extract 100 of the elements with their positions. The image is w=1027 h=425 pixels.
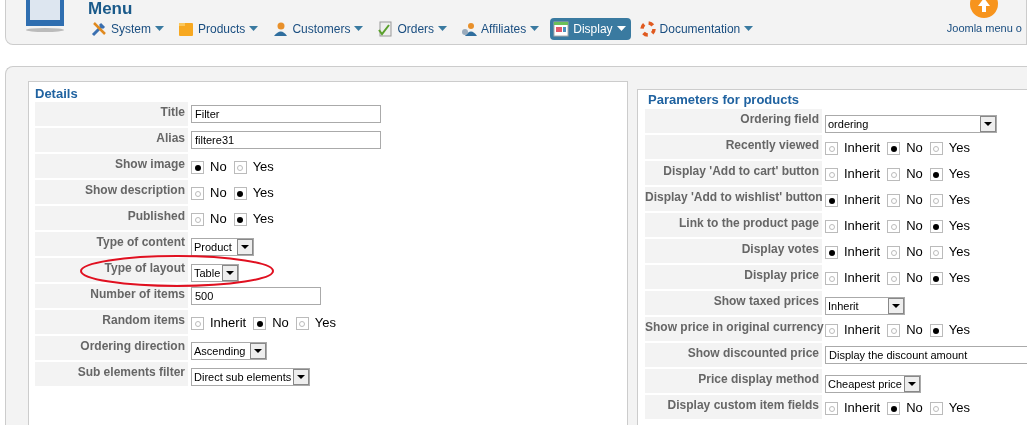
radio-button[interactable] — [825, 142, 838, 155]
option-label: Yes — [948, 218, 970, 233]
menu-item[interactable]: Affiliates — [458, 18, 545, 40]
radio-button[interactable] — [233, 213, 247, 226]
caret-icon — [354, 26, 364, 32]
field-label: Show taxed prices — [645, 291, 822, 315]
radio-button[interactable] — [887, 246, 901, 259]
dropdown[interactable]: Ascending — [191, 342, 267, 360]
input-field[interactable]: Filter — [191, 105, 381, 123]
option-label: Yes — [948, 270, 970, 285]
people-icon — [461, 21, 478, 37]
radio-button[interactable] — [929, 220, 943, 233]
option-label: Inherit — [844, 192, 881, 207]
option-label: Yes — [948, 400, 970, 415]
radio-button[interactable] — [295, 317, 309, 330]
option-label: Yes — [252, 211, 274, 226]
radio-button[interactable] — [929, 272, 943, 285]
menu-item[interactable]: Customers — [269, 18, 369, 40]
radio-button[interactable] — [825, 168, 838, 181]
option-label: Inherit — [844, 244, 881, 259]
field-label: Display price — [645, 265, 822, 289]
field-label: Ordering direction — [35, 336, 188, 360]
radio-button[interactable] — [929, 168, 943, 181]
dropdown[interactable]: Product — [191, 238, 254, 256]
radio-button[interactable] — [233, 161, 247, 174]
option-label: Yes — [314, 315, 336, 330]
input-field[interactable]: 500 — [191, 287, 321, 305]
dropdown[interactable]: Inherit — [825, 297, 905, 315]
option-label: Inherit — [844, 270, 881, 285]
radio-button[interactable] — [887, 324, 901, 337]
option-label: Yes — [252, 159, 274, 174]
caret-icon — [530, 26, 540, 32]
radio-button[interactable] — [191, 317, 204, 330]
radio-button[interactable] — [825, 324, 838, 337]
field-label: Display 'Add to cart' button — [645, 161, 822, 185]
radio-button[interactable] — [191, 213, 204, 226]
radio-button[interactable] — [825, 246, 838, 259]
option-label: No — [906, 140, 923, 155]
radio-button[interactable] — [929, 246, 943, 259]
menu-item[interactable]: System — [88, 18, 169, 40]
radio-button[interactable] — [191, 161, 204, 174]
radio-button[interactable] — [825, 220, 838, 233]
page-title: Menu — [88, 0, 134, 17]
radio-button[interactable] — [825, 194, 838, 207]
option-label: Yes — [948, 244, 970, 259]
option-label: No — [906, 270, 923, 285]
field-label: Show price in original currency — [645, 317, 822, 341]
option-label: No — [906, 166, 923, 181]
radio-button[interactable] — [887, 168, 901, 181]
radio-button[interactable] — [825, 402, 838, 415]
menu-logo-icon — [24, 0, 66, 34]
radio-button[interactable] — [929, 194, 943, 207]
field-label: Display custom item fields — [645, 395, 822, 419]
input-field[interactable]: Display the discount amount — [825, 346, 1027, 364]
radio-button[interactable] — [887, 142, 901, 155]
window-icon — [553, 21, 570, 37]
field-label: Published — [35, 206, 188, 230]
option-label: Yes — [948, 166, 970, 181]
radio-button[interactable] — [929, 142, 943, 155]
folder-icon — [178, 21, 194, 37]
dropdown[interactable]: Direct sub elements — [191, 368, 311, 386]
dropdown[interactable]: Table — [191, 264, 240, 282]
menu-item[interactable]: Display — [550, 18, 631, 40]
field-label: Alias — [35, 128, 188, 152]
person-icon — [272, 21, 289, 37]
radio-button[interactable] — [887, 402, 901, 415]
dropdown[interactable]: Cheapest price — [825, 375, 921, 393]
field-label: Sub elements filter — [35, 362, 188, 386]
radio-button[interactable] — [929, 402, 943, 415]
menu-item[interactable]: Orders — [374, 18, 453, 40]
field-label: Recently viewed — [645, 135, 822, 159]
caret-icon — [616, 26, 626, 32]
menu-item[interactable]: Products — [175, 18, 264, 40]
option-label: No — [906, 400, 923, 415]
radio-button[interactable] — [887, 194, 901, 207]
radio-button[interactable] — [191, 187, 204, 200]
field-label: Number of items — [35, 284, 188, 308]
radio-button[interactable] — [253, 317, 267, 330]
option-label: No — [210, 185, 227, 200]
radio-button[interactable] — [929, 324, 943, 337]
option-label: No — [272, 315, 289, 330]
caret-icon — [155, 26, 164, 32]
radio-button[interactable] — [233, 187, 247, 200]
option-label: Inherit — [844, 400, 881, 415]
option-label: No — [906, 322, 923, 337]
option-label: Inherit — [844, 166, 881, 181]
radio-button[interactable] — [887, 272, 901, 285]
section-title: Parameters for products — [646, 92, 801, 107]
menu-item[interactable]: Documentation — [636, 18, 759, 40]
field-label: Display 'Add to wishlist' button — [645, 187, 822, 211]
caret-icon — [249, 26, 259, 32]
upload-icon[interactable] — [970, 0, 999, 20]
dropdown[interactable]: ordering — [825, 115, 997, 133]
option-label: No — [906, 218, 923, 233]
field-label: Show description — [35, 180, 188, 204]
option-label: No — [906, 192, 923, 207]
option-label: Inherit — [844, 322, 881, 337]
radio-button[interactable] — [887, 220, 901, 233]
input-field[interactable]: filtere31 — [191, 131, 381, 149]
radio-button[interactable] — [825, 272, 838, 285]
